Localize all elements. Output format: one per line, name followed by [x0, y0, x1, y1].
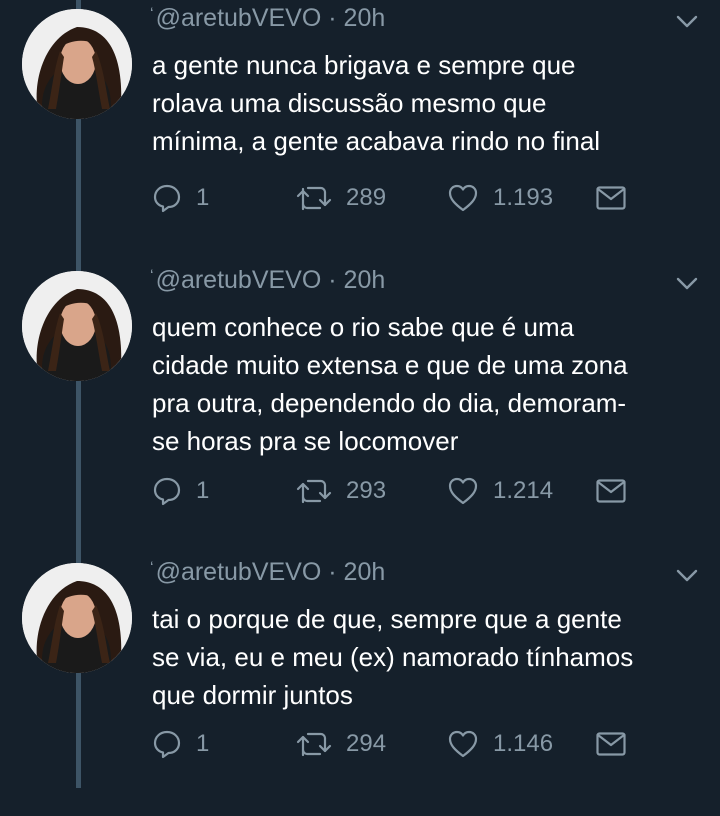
like-count: 1.214 — [493, 477, 554, 504]
retweet-button[interactable]: 289 — [296, 178, 386, 218]
direct-message-button[interactable] — [595, 471, 627, 511]
chevron-down-icon[interactable] — [676, 15, 698, 29]
tweet[interactable]: ʻ@aretubVEVO · 20h a gente nunca brigava… — [0, 0, 720, 262]
timestamp[interactable]: 20h — [344, 558, 386, 586]
reply-button[interactable]: 1 — [152, 724, 209, 764]
tweet-text-line: quem conhece o rio sabe que é uma — [152, 312, 575, 342]
direct-message-icon — [596, 186, 626, 210]
tweet-actions: 1 294 1.146 — [152, 724, 652, 764]
reply-count: 1 — [196, 184, 210, 211]
tweet-actions: 1 289 1.193 — [152, 178, 652, 218]
direct-message-icon — [596, 479, 626, 503]
user-handle[interactable]: @aretubVEVO — [156, 558, 322, 586]
chevron-down-icon[interactable] — [676, 277, 698, 291]
avatar[interactable] — [22, 9, 132, 119]
reply-icon — [153, 184, 181, 213]
chevron-down-icon[interactable] — [676, 569, 698, 583]
avatar[interactable] — [22, 271, 132, 381]
like-count: 1.146 — [493, 730, 554, 757]
separator-dot: · — [328, 266, 337, 294]
tweet-text-line: tai o porque de que, sempre que a gente — [152, 604, 622, 634]
retweet-button[interactable]: 294 — [296, 724, 386, 764]
retweet-icon — [296, 186, 332, 211]
prefix-mark: ʻ — [150, 6, 154, 23]
tweet-text-line: rolava uma discussão mesmo que — [152, 88, 547, 118]
user-handle[interactable]: @aretubVEVO — [156, 266, 322, 294]
tweet-header: ʻ@aretubVEVO · 20h — [150, 558, 385, 587]
tweet-header: ʻ@aretubVEVO · 20h — [150, 266, 385, 295]
reply-count: 1 — [196, 730, 210, 757]
reply-button[interactable]: 1 — [152, 178, 209, 218]
tweet-text: tai o porque de que, sempre que a gente … — [152, 600, 702, 714]
tweet[interactable]: ʻ@aretubVEVO · 20h quem conhece o rio sa… — [0, 262, 720, 524]
like-button[interactable]: 1.193 — [447, 178, 553, 218]
direct-message-icon — [596, 732, 626, 756]
reply-button[interactable]: 1 — [152, 471, 209, 511]
like-icon — [448, 184, 478, 212]
retweet-count: 294 — [346, 730, 387, 757]
tweet-actions: 1 293 1.214 — [152, 471, 652, 511]
tweet-text: a gente nunca brigava e sempre que rolav… — [152, 46, 702, 160]
reply-icon — [153, 730, 181, 759]
retweet-count: 289 — [346, 184, 387, 211]
tweet-header: ʻ@aretubVEVO · 20h — [150, 4, 385, 33]
prefix-mark: ʻ — [150, 268, 154, 285]
reply-count: 1 — [196, 477, 210, 504]
retweet-icon — [296, 732, 332, 757]
separator-dot: · — [328, 558, 337, 586]
tweet-text-line: a gente nunca brigava e sempre que — [152, 50, 576, 80]
like-button[interactable]: 1.146 — [447, 724, 553, 764]
retweet-button[interactable]: 293 — [296, 471, 386, 511]
like-count: 1.193 — [493, 184, 554, 211]
tweet-text-line: que dormir juntos — [152, 680, 353, 710]
tweet-text-line: pra outra, dependendo do dia, demoram- — [152, 388, 627, 418]
like-icon — [448, 477, 478, 505]
reply-icon — [153, 477, 181, 506]
retweet-icon — [296, 479, 332, 504]
tweet-text-line: se horas pra se locomover — [152, 426, 459, 456]
tweet-text-line: cidade muito extensa e que de uma zona — [152, 350, 628, 380]
direct-message-button[interactable] — [595, 178, 627, 218]
direct-message-button[interactable] — [595, 724, 627, 764]
tweet-text-line: se via, eu e meu (ex) namorado tínhamos — [152, 642, 634, 672]
tweet[interactable]: ʻ@aretubVEVO · 20h tai o porque de que, … — [0, 554, 720, 816]
like-button[interactable]: 1.214 — [447, 471, 553, 511]
timestamp[interactable]: 20h — [344, 266, 386, 294]
user-handle[interactable]: @aretubVEVO — [156, 4, 322, 32]
prefix-mark: ʻ — [150, 560, 154, 577]
separator-dot: · — [328, 4, 337, 32]
tweet-text-line: mínima, a gente acabava rindo no final — [152, 126, 601, 156]
retweet-count: 293 — [346, 477, 387, 504]
tweet-text: quem conhece o rio sabe que é uma cidade… — [152, 308, 702, 460]
timestamp[interactable]: 20h — [344, 4, 386, 32]
like-icon — [448, 730, 478, 758]
avatar[interactable] — [22, 563, 132, 673]
